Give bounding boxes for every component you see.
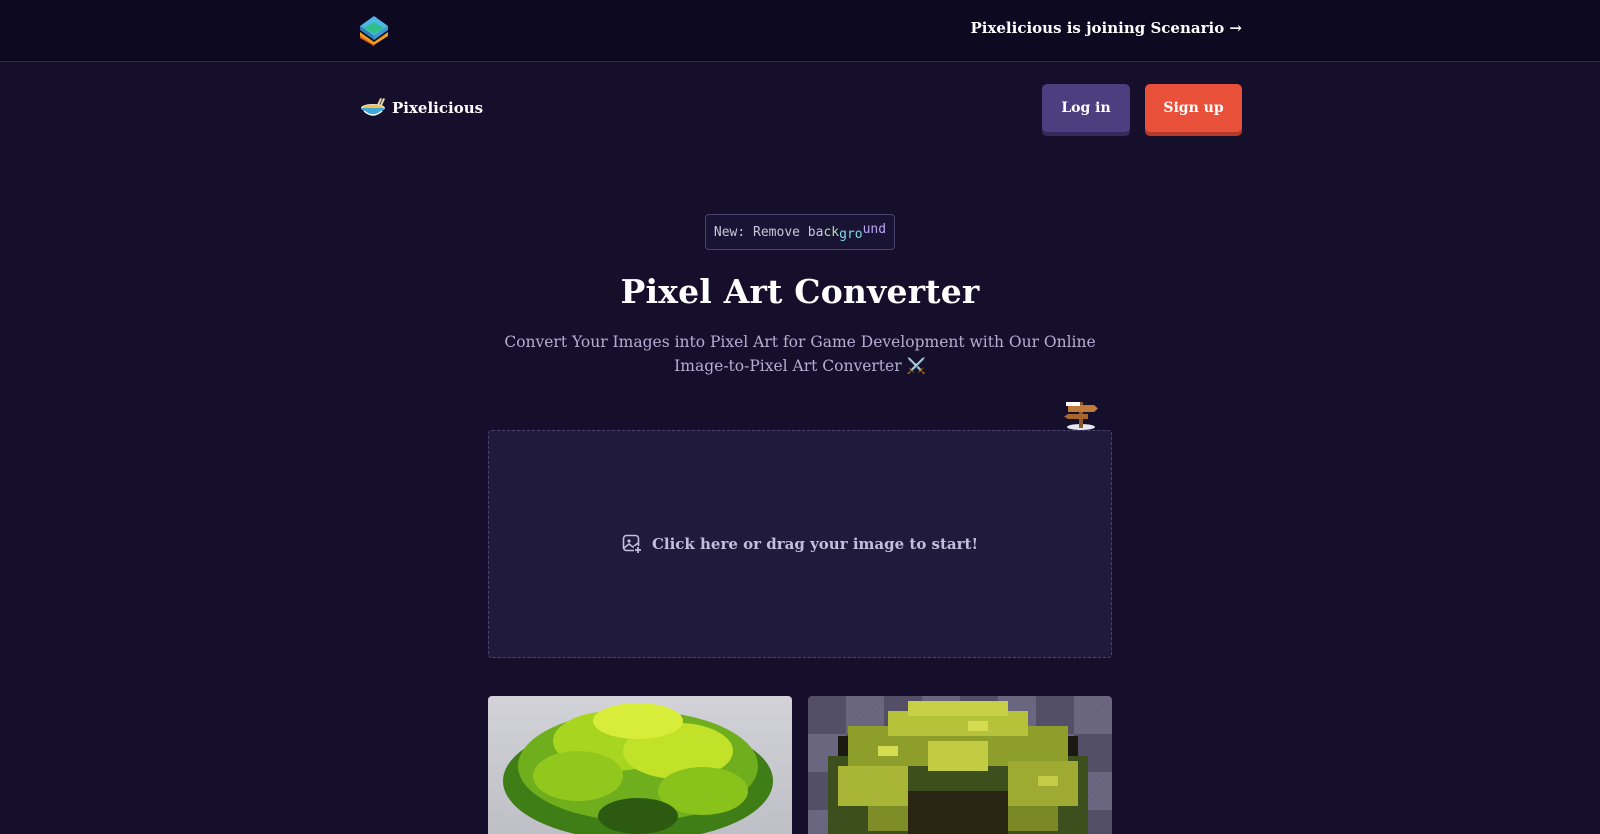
image-add-icon — [622, 534, 642, 554]
announcement-bar: Pixelicious is joining Scenario → — [0, 0, 1600, 62]
tree-pixel-art-icon — [828, 701, 1088, 834]
badge-text-part-1: ck — [823, 224, 840, 240]
example-pixel-art-image — [808, 696, 1112, 834]
scenario-logo-icon[interactable] — [358, 14, 390, 46]
new-feature-badge[interactable]: New: Remove ba ck gro und — [705, 214, 895, 250]
signpost-icon — [1064, 402, 1098, 430]
tree-photo-icon — [503, 703, 773, 834]
badge-text-part-3: und — [862, 221, 887, 237]
image-upload-dropzone[interactable]: Click here or drag your image to start! — [488, 430, 1112, 658]
dropzone-label: Click here or drag your image to start! — [651, 535, 979, 553]
page-title: Pixel Art Converter — [620, 272, 980, 311]
brand-name: Pixelicious — [392, 99, 484, 117]
example-original-image — [488, 696, 792, 834]
scenario-announcement-link[interactable]: Pixelicious is joining Scenario → — [970, 19, 1242, 37]
ramen-bowl-icon — [361, 98, 386, 116]
brand[interactable]: Pixelicious — [360, 96, 483, 120]
page-subtitle: Convert Your Images into Pixel Art for G… — [504, 333, 1096, 375]
login-button[interactable]: Log in — [1042, 84, 1130, 132]
signup-button[interactable]: Sign up — [1145, 84, 1242, 132]
badge-text-part-2: gro — [839, 226, 863, 242]
badge-prefix: New: Remove ba — [713, 224, 824, 240]
